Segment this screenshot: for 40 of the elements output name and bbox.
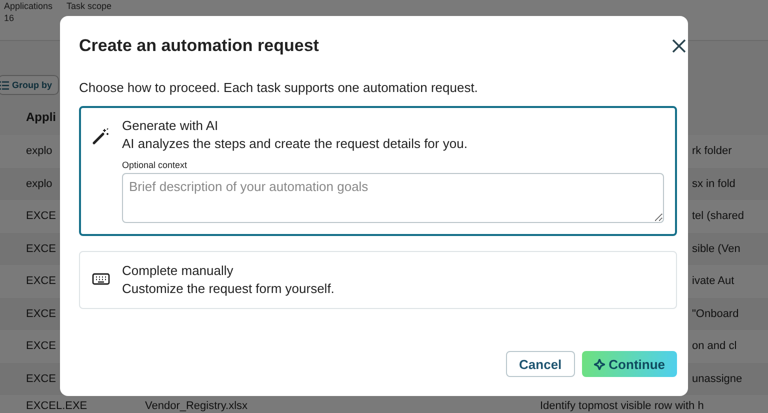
dialog-title: Create an automation request [79, 36, 319, 56]
table-cell: EXCE [26, 340, 56, 352]
summary-value: 16 [4, 12, 16, 24]
table-cell: EXCE [26, 275, 56, 288]
field-label: Optional context [122, 160, 188, 170]
table-cell: ivate Aut [692, 275, 734, 288]
table-cell: EXCE [26, 308, 56, 320]
table-cell: EXCEL.EXE [26, 400, 88, 412]
dialog-intro: Choose how to proceed. Each task supports one automation request. [79, 80, 479, 95]
option-card[interactable]: Complete manually Customize the request form yourself. [79, 251, 677, 309]
table-cell: tel (shared [692, 210, 744, 222]
table-cell: unassigne [692, 372, 742, 385]
table-cell: Vendor_Registry.xlsx [145, 400, 248, 412]
table-cell: rk folder [692, 145, 732, 158]
summary-label: Task scope [66, 0, 112, 12]
cancel-button[interactable]: Cancel [506, 351, 575, 377]
option-title: Generate with AI [122, 117, 220, 135]
column-header: Appli [26, 110, 56, 124]
magic-wand-icon [92, 127, 110, 145]
continue-button[interactable]: Continue [582, 351, 677, 377]
context-input-field[interactable]: Brief description of your automation goals [122, 173, 664, 223]
table-cell: sx in fold [692, 178, 736, 190]
table-cell: "Onboard [692, 308, 739, 320]
table-cell: sible (Ven [692, 242, 740, 255]
table-cell: EXCE [26, 372, 56, 385]
table-cell: EXCE [26, 210, 56, 222]
table-cell: explo [26, 178, 52, 190]
sparkle-icon [594, 358, 605, 370]
list-icon [0, 80, 9, 90]
close-icon[interactable] [672, 39, 686, 53]
summary-label: Applications [4, 0, 53, 12]
option-title: Complete manually [122, 262, 234, 280]
option-card[interactable]: Generate with AI AI analyzes the steps and create the request details for you. Optional context Brief description of your automation goals [79, 106, 677, 236]
keyboard-icon [92, 272, 110, 286]
option-description: Customize the request form yourself. [122, 280, 336, 298]
table-cell: on and cl [692, 340, 737, 352]
option-description: AI analyzes the steps and create the request details for you. [122, 135, 468, 153]
table-cell: EXCE [26, 242, 56, 255]
table-cell: explo [26, 145, 52, 158]
table-cell: Identify topmost visible row with h [540, 400, 704, 412]
